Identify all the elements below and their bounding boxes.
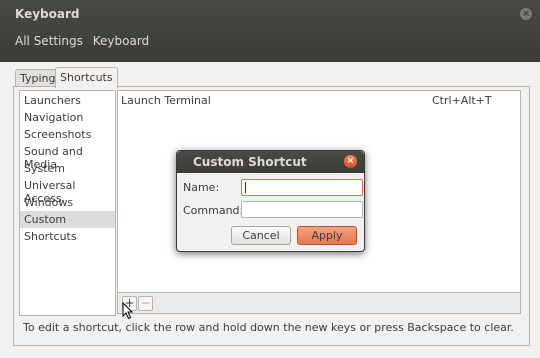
- category-item-navigation[interactable]: Navigation: [24, 111, 83, 124]
- breadcrumb: All Settings Keyboard: [15, 34, 155, 48]
- breadcrumb-current[interactable]: Keyboard: [93, 34, 149, 48]
- shortcut-name: Launch Terminal: [121, 94, 211, 107]
- all-settings-button[interactable]: All Settings: [15, 34, 83, 48]
- apply-button[interactable]: Apply: [297, 226, 357, 245]
- category-item-system[interactable]: System: [24, 162, 65, 175]
- command-label: Command:: [183, 204, 244, 217]
- dialog-close-icon[interactable]: ×: [344, 155, 357, 168]
- category-list: Launchers Navigation Screenshots Sound a…: [19, 90, 116, 316]
- cancel-button[interactable]: Cancel: [231, 226, 291, 245]
- remove-shortcut-button[interactable]: −: [138, 296, 153, 311]
- category-item-launchers[interactable]: Launchers: [24, 94, 81, 107]
- dialog-title: Custom Shortcut: [193, 155, 307, 169]
- category-item-screenshots[interactable]: Screenshots: [24, 128, 91, 141]
- category-item-custom-shortcuts[interactable]: Custom Shortcuts: [20, 211, 115, 243]
- window-titlebar: Keyboard × All Settings Keyboard: [0, 0, 540, 62]
- custom-shortcut-dialog: Custom Shortcut × Name: Command: Cancel …: [176, 150, 365, 252]
- command-field[interactable]: [241, 201, 363, 218]
- window-close-icon[interactable]: ×: [520, 8, 532, 20]
- tab-shortcuts[interactable]: Shortcuts: [55, 67, 118, 88]
- help-text: To edit a shortcut, click the row and ho…: [23, 321, 514, 334]
- name-field[interactable]: [241, 179, 363, 196]
- text-caret: [245, 182, 246, 193]
- shortcut-keys[interactable]: Ctrl+Alt+T: [432, 94, 492, 107]
- dialog-titlebar: Custom Shortcut ×: [177, 151, 364, 173]
- shortcut-toolbar: + −: [117, 292, 521, 314]
- tab-typing[interactable]: Typing: [15, 69, 61, 87]
- window-title: Keyboard: [15, 7, 80, 21]
- category-item-windows[interactable]: Windows: [24, 196, 73, 209]
- name-label: Name:: [183, 181, 220, 194]
